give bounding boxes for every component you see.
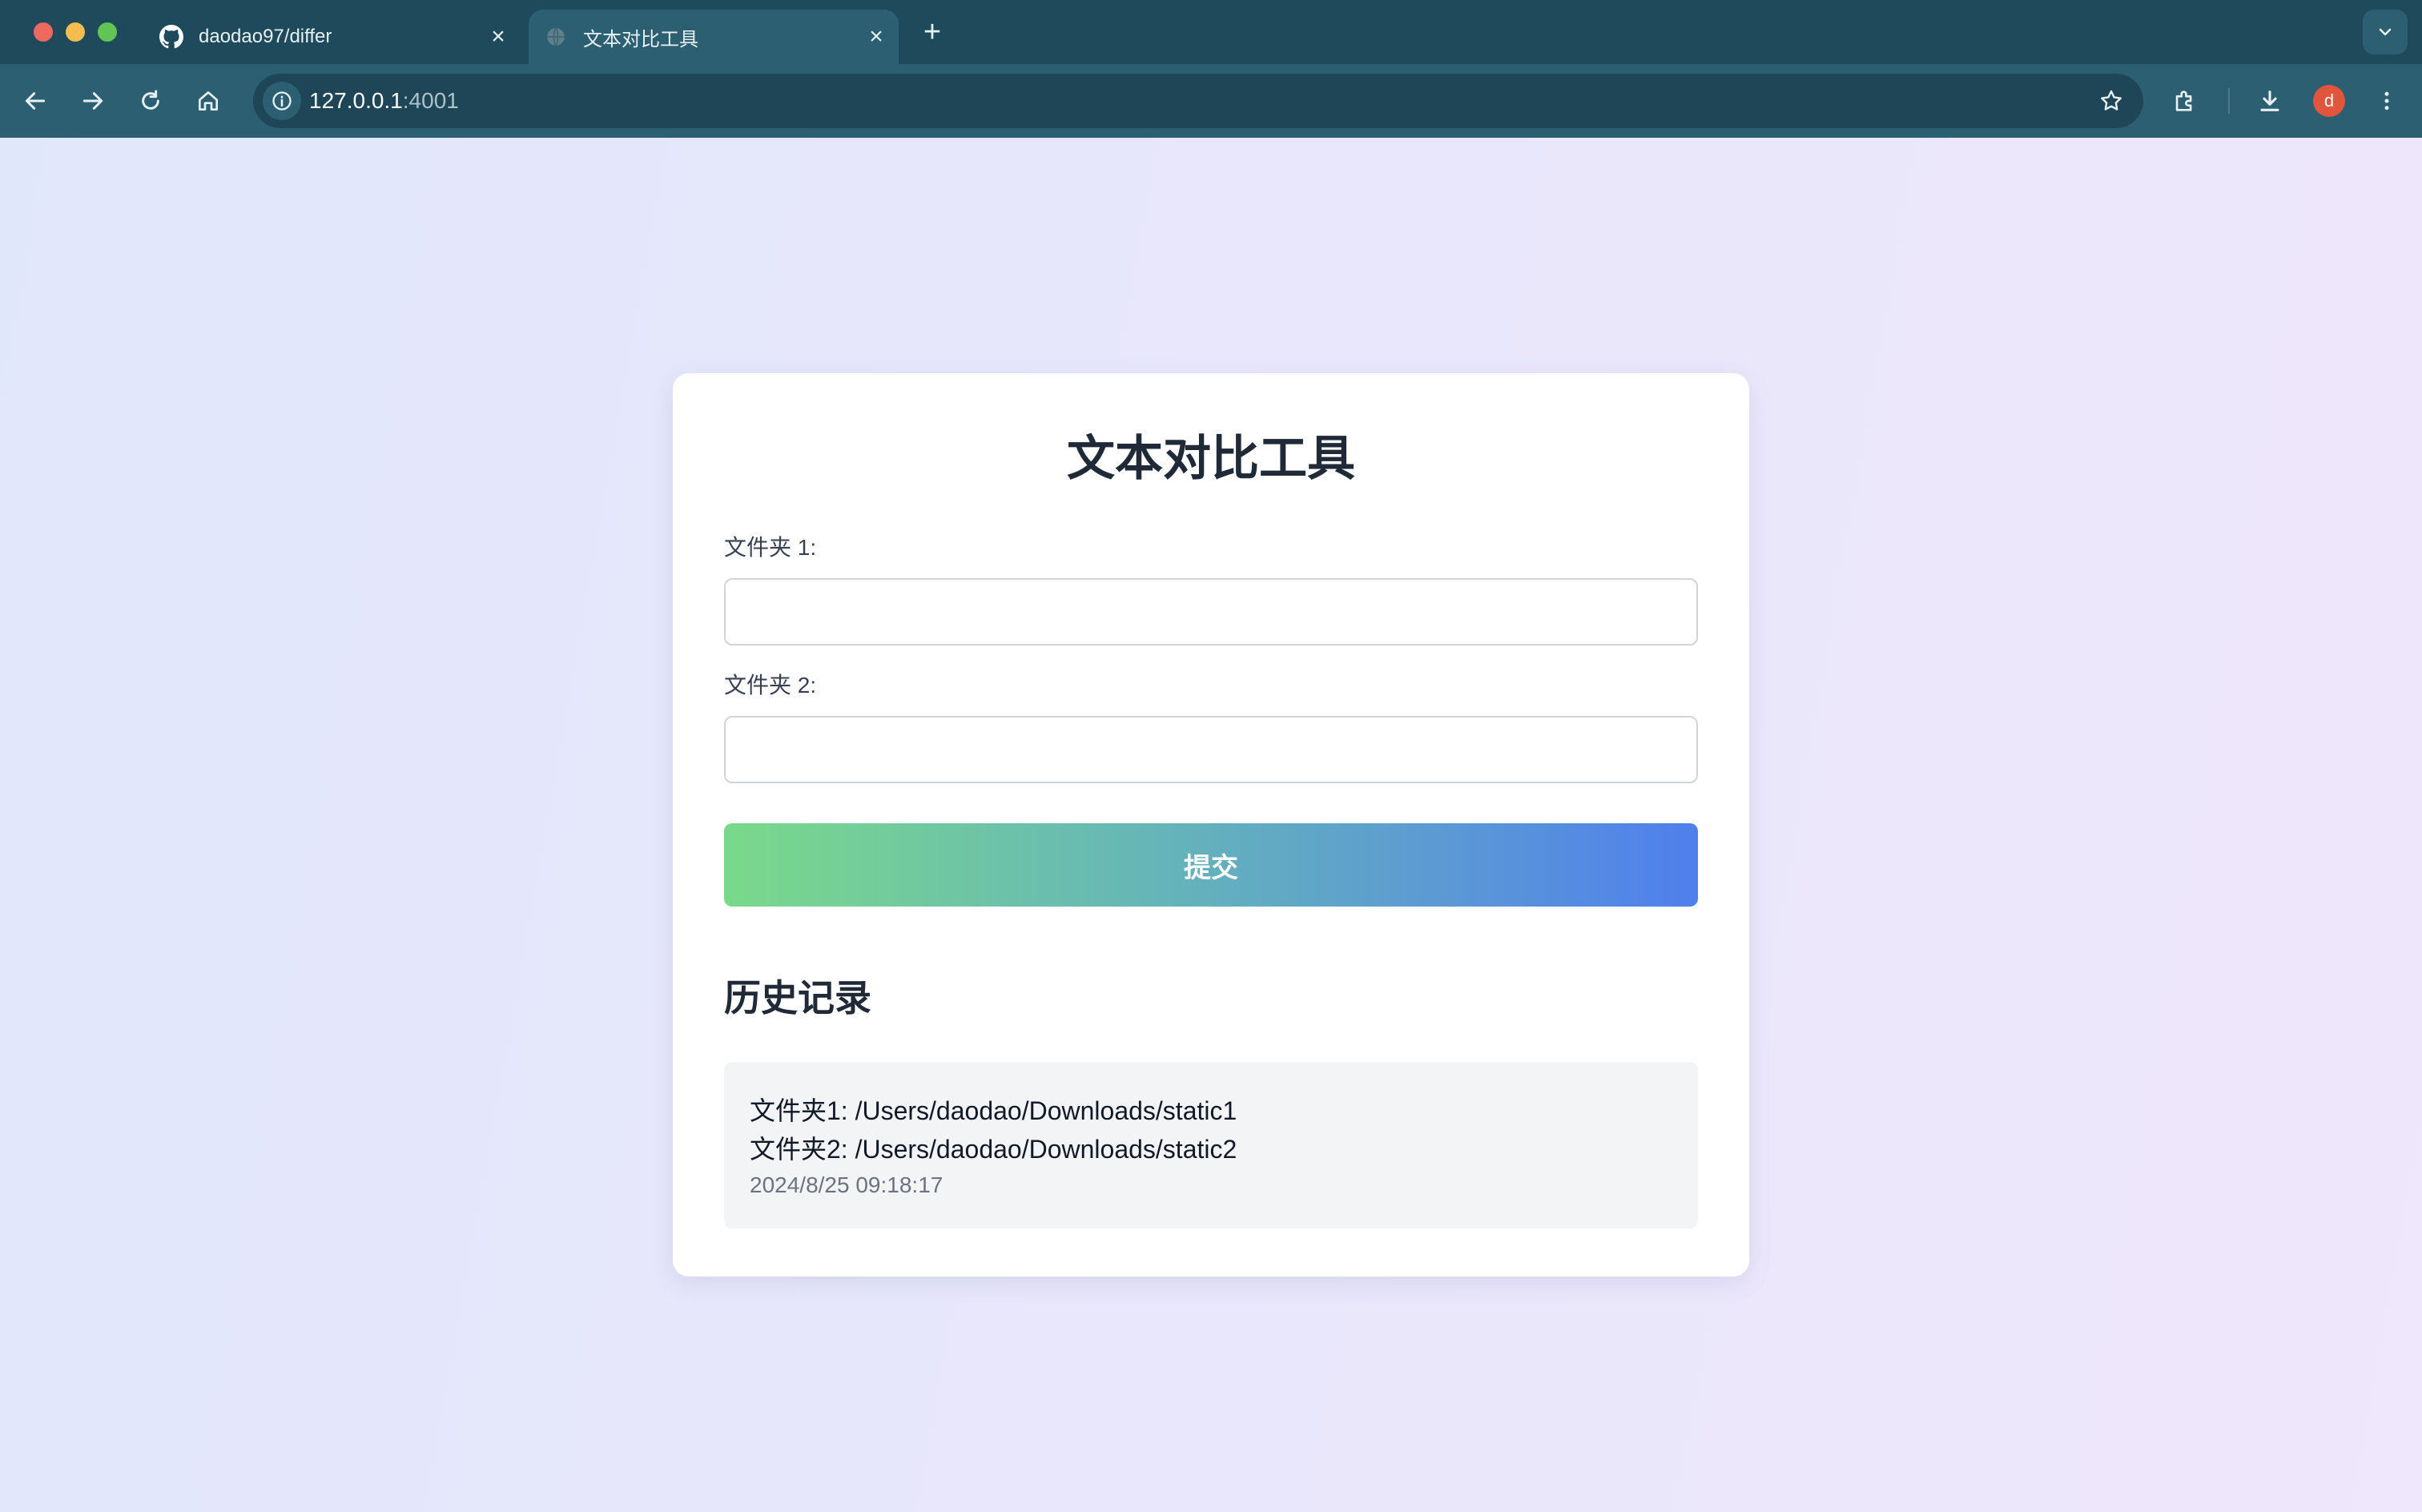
tab-search-chevron-down-icon[interactable]: [2363, 10, 2408, 54]
folder1-input[interactable]: [724, 578, 1698, 645]
site-info-icon[interactable]: [263, 82, 301, 120]
tab-close-icon[interactable]: ×: [860, 21, 892, 53]
url-port: :4001: [402, 88, 459, 113]
tab-close-icon[interactable]: ×: [482, 21, 514, 53]
home-icon[interactable]: [189, 82, 227, 120]
address-url[interactable]: 127.0.0.1:4001: [309, 74, 459, 128]
folder2-input[interactable]: [724, 716, 1698, 783]
window-zoom-button[interactable]: [98, 22, 117, 42]
history-list-item[interactable]: 文件夹1: /Users/daodao/Downloads/static1 文件…: [724, 1062, 1698, 1228]
back-arrow-icon[interactable]: [16, 82, 54, 120]
compare-form-card: 文本对比工具 文件夹 1: 文件夹 2: 提交 历史记录 文件夹1: /User…: [673, 373, 1749, 1277]
page-background: 文本对比工具 文件夹 1: 文件夹 2: 提交 历史记录 文件夹1: /User…: [0, 138, 2422, 1512]
tab-text-compare-tool[interactable]: 文本对比工具 ×: [529, 10, 899, 64]
profile-avatar[interactable]: d: [2313, 85, 2345, 117]
page-title: 文本对比工具: [1067, 432, 1355, 485]
folder1-label: 文件夹 1:: [724, 535, 817, 560]
forward-arrow-icon[interactable]: [74, 82, 112, 120]
bookmark-star-icon[interactable]: [2092, 82, 2130, 120]
window-minimize-button[interactable]: [66, 22, 85, 42]
more-menu-icon[interactable]: [2368, 82, 2406, 120]
download-icon[interactable]: [2251, 82, 2289, 120]
github-icon: [159, 24, 184, 50]
extensions-puzzle-icon[interactable]: [2166, 82, 2204, 120]
history-timestamp: 2024/8/25 09:18:17: [750, 1172, 943, 1197]
url-host: 127.0.0.1: [309, 88, 403, 113]
globe-icon: [543, 24, 569, 50]
address-bar[interactable]: 127.0.0.1:4001: [253, 74, 2143, 128]
submit-button[interactable]: 提交: [724, 823, 1698, 907]
history-heading: 历史记录: [724, 977, 871, 1019]
folder2-label: 文件夹 2:: [724, 673, 817, 698]
tab-daodao97-differ[interactable]: daodao97/differ ×: [152, 10, 521, 64]
reload-icon[interactable]: [131, 82, 170, 120]
window-close-button[interactable]: [34, 22, 53, 42]
toolbar-divider: [2228, 88, 2230, 114]
tab-title: daodao97/differ: [199, 26, 332, 47]
browser-tab-bar: daodao97/differ × 文本对比工具 × +: [0, 0, 2422, 64]
history-folder2: 文件夹2: /Users/daodao/Downloads/static2: [750, 1135, 1237, 1164]
tab-title: 文本对比工具: [583, 28, 698, 50]
new-tab-plus-icon[interactable]: +: [916, 14, 948, 50]
browser-toolbar: 127.0.0.1:4001: [0, 64, 2422, 138]
history-folder1: 文件夹1: /Users/daodao/Downloads/static1: [750, 1096, 1237, 1125]
